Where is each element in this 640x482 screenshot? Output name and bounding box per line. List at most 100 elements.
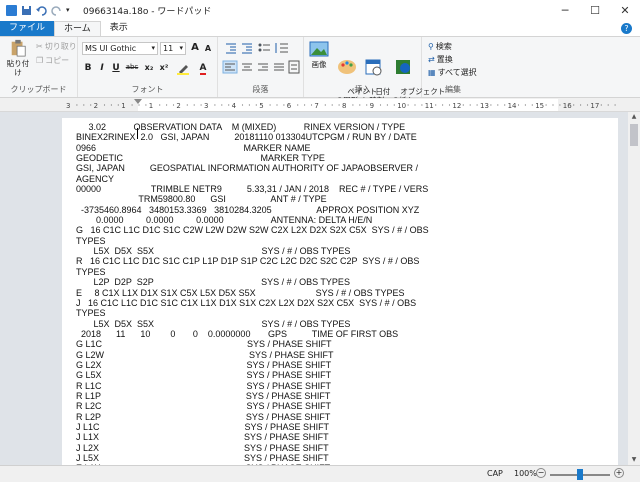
font-group-label: フォント: [131, 85, 164, 94]
highlight-button[interactable]: [174, 63, 192, 78]
font-color-icon: A: [199, 63, 207, 75]
zoom-slider[interactable]: [550, 469, 610, 480]
ruler-tick: [524, 104, 527, 106]
grow-font-button[interactable]: A: [189, 42, 201, 53]
align-left-icon[interactable]: [222, 60, 238, 74]
ruler-tick: [490, 104, 492, 106]
ruler-tick: [338, 104, 340, 106]
justify-icon[interactable]: [274, 63, 284, 71]
cut-label: 切り取り: [44, 42, 77, 51]
font-family-select[interactable]: MS UI Gothic ▾: [82, 42, 158, 55]
strikethrough-button[interactable]: abc: [124, 63, 140, 71]
maximize-button[interactable]: ☐: [580, 0, 610, 21]
ruler-tick: [359, 104, 361, 106]
help-button[interactable]: ?: [621, 23, 632, 34]
paragraph-settings-icon[interactable]: [288, 60, 300, 74]
customize-chevron-down-icon[interactable]: ▾: [66, 5, 77, 16]
ruler-tick: [580, 104, 582, 106]
picture-icon: [309, 41, 329, 57]
scroll-up-icon[interactable]: ▲: [628, 112, 640, 122]
align-center-icon[interactable]: [242, 63, 252, 71]
bullets-icon[interactable]: [258, 43, 270, 52]
scissors-icon: ✂: [36, 42, 43, 51]
editing-group-label: 編集: [445, 85, 461, 94]
ruler-tick: [352, 104, 354, 106]
ruler-tick: [117, 104, 119, 106]
copy-button[interactable]: ❐ コピー: [36, 55, 69, 66]
font-color-button[interactable]: A: [194, 63, 212, 75]
font-family-value: MS UI Gothic: [85, 44, 137, 53]
ruler-tick: [531, 104, 533, 106]
underline-button[interactable]: U: [110, 63, 122, 73]
ruler-tick: [386, 104, 388, 106]
ruler-tick: [304, 104, 306, 106]
ruler-tick-label: 1: [149, 102, 153, 110]
ruler-tick: [200, 104, 202, 106]
paste-icon: [11, 39, 26, 57]
vertical-scrollbar[interactable]: ▲ ▼: [628, 112, 640, 465]
line-spacing-icon[interactable]: [275, 43, 288, 53]
ruler-tick: [283, 104, 285, 106]
paste-label: 貼り付け: [6, 59, 30, 77]
increase-indent-icon[interactable]: [242, 43, 252, 54]
ruler-tick: [186, 104, 188, 106]
tab-view[interactable]: 表示: [101, 21, 137, 36]
ruler-tick-label: 4: [232, 102, 237, 110]
ruler-tick-label: 5: [259, 102, 263, 110]
paragraph-group: 段落: [218, 37, 304, 97]
bold-button[interactable]: B: [82, 63, 94, 73]
scroll-thumb[interactable]: [630, 124, 638, 146]
tab-home[interactable]: ホーム: [54, 21, 101, 36]
ruler-tick: [517, 104, 520, 106]
ruler-tick: [103, 104, 106, 106]
select-all-button[interactable]: ▦ すべて選択: [428, 67, 477, 78]
ruler[interactable]: 3 2 1 1 2 3 4 5 6 7 8 9 10 11 12 13 14 15 16 17: [0, 98, 640, 112]
window-title: 0966314a.18o - ワードパッド: [83, 7, 212, 17]
ruler-tick-label: 3: [204, 102, 208, 110]
chevron-down-icon: ▾: [179, 44, 183, 52]
ruler-tick-label: 11: [425, 102, 434, 110]
ruler-tick: [193, 104, 195, 106]
ribbon: 貼り付け ✂ 切り取り ❐ コピー クリップボード MS UI Gothic ▾ 11…: [0, 36, 640, 105]
copy-label: コピー: [45, 56, 70, 65]
shrink-font-button[interactable]: A: [202, 44, 214, 53]
wordpad-app-icon[interactable]: [6, 5, 17, 16]
ruler-tick: [159, 104, 161, 106]
font-group: MS UI Gothic ▾ 11 ▾ A A B I U abc x₂ x² A …: [78, 37, 218, 97]
insert-group: 画像 ペイント の図形 日付 と時刻 オブジェクト の挿入 挿入: [304, 37, 445, 105]
ruler-tick: [255, 104, 257, 106]
zoom-slider-thumb[interactable]: [577, 469, 583, 480]
paste-button[interactable]: 貼り付け: [4, 39, 32, 77]
decrease-indent-icon[interactable]: [226, 43, 236, 54]
zoom-in-button[interactable]: +: [614, 468, 624, 478]
replace-button[interactable]: ⇄ 置換: [428, 54, 453, 65]
copy-icon: ❐: [36, 56, 44, 65]
save-icon[interactable]: [21, 5, 32, 16]
ruler-tick-label: 2: [94, 102, 98, 110]
ruler-tick: [221, 104, 223, 106]
italic-button[interactable]: I: [96, 63, 108, 73]
scroll-down-icon[interactable]: ▼: [628, 455, 640, 465]
superscript-button[interactable]: x²: [157, 63, 171, 72]
close-button[interactable]: ✕: [610, 0, 640, 21]
cut-button[interactable]: ✂ 切り取り: [36, 41, 77, 52]
ruler-scale: 3 2 1 1 2 3 4 5 6 7 8 9 10 11 12 13 14 15 16 17: [66, 99, 616, 111]
document-text[interactable]: 3.02 OBSERVATION DATA M (MIXED) RINEX VE…: [76, 122, 496, 465]
zoom-out-button[interactable]: −: [536, 468, 546, 478]
redo-icon[interactable]: [51, 5, 62, 16]
font-size-select[interactable]: 11 ▾: [160, 42, 186, 55]
picture-button[interactable]: 画像: [306, 40, 332, 69]
subscript-button[interactable]: x₂: [142, 63, 156, 72]
ruler-tick: [310, 104, 313, 106]
zoom-level: 100%: [514, 469, 537, 478]
ruler-tick: [145, 104, 147, 106]
find-button[interactable]: ⚲ 検索: [428, 41, 452, 52]
ruler-tick: [297, 104, 299, 106]
align-right-icon[interactable]: [258, 63, 268, 71]
find-label: 検索: [435, 42, 452, 51]
ruler-tick: [324, 104, 326, 106]
minimize-button[interactable]: ─: [550, 0, 580, 21]
ruler-tick: [504, 104, 506, 106]
tab-file[interactable]: ファイル: [0, 21, 55, 36]
undo-icon[interactable]: [36, 5, 47, 16]
